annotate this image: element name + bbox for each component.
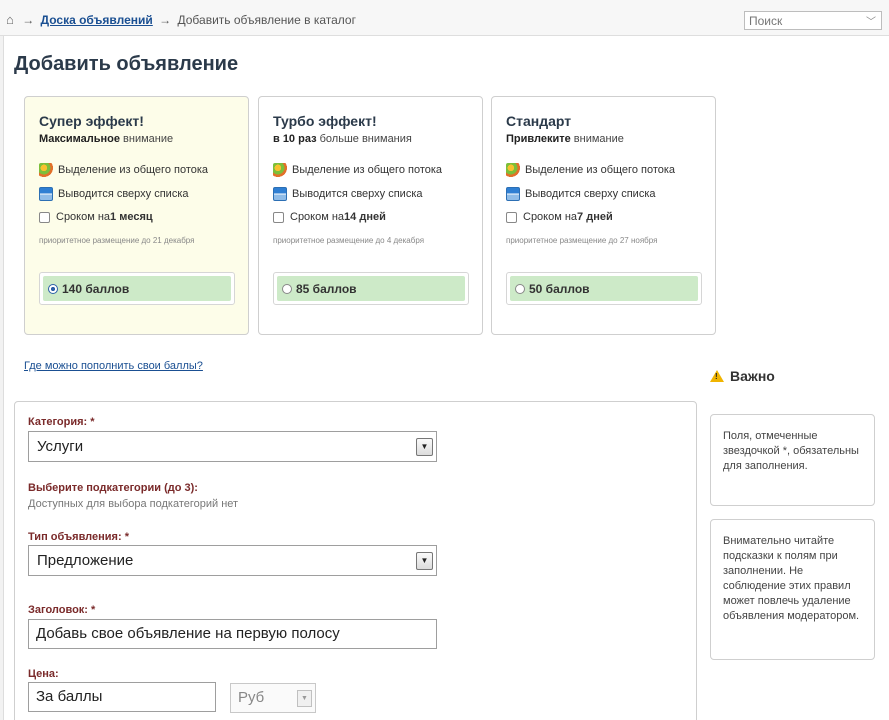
search-input[interactable] — [745, 12, 861, 30]
plan-title: Супер эффект! — [39, 113, 144, 129]
plan-title: Турбо эффект! — [273, 113, 377, 129]
plan-note: приоритетное размещение до 27 ноября — [506, 236, 658, 245]
ad-type-label: Тип объявления: * — [28, 531, 129, 543]
plan-feature-highlight: Выделение из общего потока — [39, 163, 208, 177]
headline-input[interactable]: Добавь свое объявление на первую полосу — [28, 619, 437, 649]
plan-feature-term: Сроком на 1 месяц — [39, 211, 153, 223]
chevron-down-icon[interactable]: ﹀ — [866, 13, 876, 28]
list-top-icon — [273, 187, 287, 201]
radio-selected-icon[interactable] — [48, 283, 58, 294]
dropdown-arrow-icon[interactable]: ▼ — [416, 438, 433, 456]
plan-feature-highlight: Выделение из общего потока — [506, 163, 675, 177]
category-select[interactable]: Услуги ▼ — [28, 431, 437, 462]
radio-icon[interactable] — [282, 283, 292, 294]
note-required-fields: Поля, отмеченные звездочкой *, обязатель… — [710, 414, 875, 506]
pinwheel-icon — [273, 163, 287, 177]
clock-icon — [273, 211, 284, 223]
radio-icon[interactable] — [515, 283, 525, 294]
breadcrumb: ⌂ → Доска объявлений → Добавить объявлен… — [6, 12, 356, 27]
breadcrumb-link-board[interactable]: Доска объявлений — [41, 13, 153, 27]
breadcrumb-current: Добавить объявление в каталог — [177, 13, 356, 27]
plan-feature-term: Сроком на 7 дней — [506, 211, 613, 223]
home-icon[interactable]: ⌂ — [6, 12, 14, 27]
important-heading: ! Важно — [710, 368, 775, 384]
currency-select[interactable]: Руб ▼ — [230, 683, 316, 713]
ad-type-value: Предложение — [37, 552, 134, 569]
plan-feature-term: Сроком на 14 дней — [273, 211, 386, 223]
plan-price: 140 баллов — [62, 281, 130, 296]
plan-card-super[interactable]: Супер эффект! Максимальное внимание Выде… — [24, 96, 249, 335]
pinwheel-icon — [39, 163, 53, 177]
breadcrumb-separator: → — [22, 13, 35, 27]
plan-subtitle: Максимальное внимание — [39, 133, 174, 145]
refill-points-link[interactable]: Где можно пополнить свои баллы? — [24, 360, 203, 372]
plan-note: приоритетное размещение до 21 декабря — [39, 236, 195, 245]
plan-price: 85 баллов — [296, 281, 357, 296]
plan-note: приоритетное размещение до 4 декабря — [273, 236, 425, 245]
subcategory-hint: Доступных для выбора подкатегорий нет — [28, 498, 239, 510]
price-label: Цена: — [28, 668, 59, 680]
dropdown-arrow-icon[interactable]: ▼ — [416, 552, 433, 570]
plan-price-option[interactable]: 140 баллов — [39, 272, 235, 305]
plan-feature-highlight: Выделение из общего потока — [273, 163, 442, 177]
currency-value: Руб — [238, 689, 265, 706]
ad-type-select[interactable]: Предложение ▼ — [28, 545, 437, 576]
category-value: Услуги — [37, 438, 84, 455]
warning-icon: ! — [710, 370, 724, 382]
headline-label: Заголовок: * — [28, 604, 96, 616]
category-label: Категория: * — [28, 416, 95, 428]
clock-icon — [506, 211, 517, 223]
list-top-icon — [506, 187, 520, 201]
top-bar: ⌂ → Доска объявлений → Добавить объявлен… — [0, 0, 889, 36]
plan-feature-top: Выводится сверху списка — [273, 187, 423, 201]
pinwheel-icon — [506, 163, 520, 177]
plan-feature-top: Выводится сверху списка — [506, 187, 656, 201]
plan-subtitle: Привлеките внимание — [506, 133, 624, 145]
list-top-icon — [39, 187, 53, 201]
dropdown-arrow-icon[interactable]: ▼ — [297, 690, 312, 707]
page-title: Добавить объявление — [14, 53, 239, 75]
search-box[interactable]: ﹀ — [744, 11, 882, 30]
plan-price-option[interactable]: 50 баллов — [506, 272, 702, 305]
plan-title: Стандарт — [506, 113, 572, 129]
breadcrumb-separator: → — [159, 13, 172, 27]
plan-card-standard[interactable]: Стандарт Привлеките внимание Выделение и… — [491, 96, 716, 335]
plan-feature-top: Выводится сверху списка — [39, 187, 189, 201]
subcategory-label: Выберите подкатегории (до 3): — [28, 482, 198, 494]
plan-price-option[interactable]: 85 баллов — [273, 272, 469, 305]
plan-card-turbo[interactable]: Турбо эффект! в 10 раз больше внимания В… — [258, 96, 483, 335]
plan-price: 50 баллов — [529, 281, 590, 296]
price-input[interactable]: За баллы — [28, 682, 216, 712]
clock-icon — [39, 211, 50, 223]
plan-subtitle: в 10 раз больше внимания — [273, 133, 412, 145]
note-read-hints: Внимательно читайте подсказки к полям пр… — [710, 519, 875, 660]
